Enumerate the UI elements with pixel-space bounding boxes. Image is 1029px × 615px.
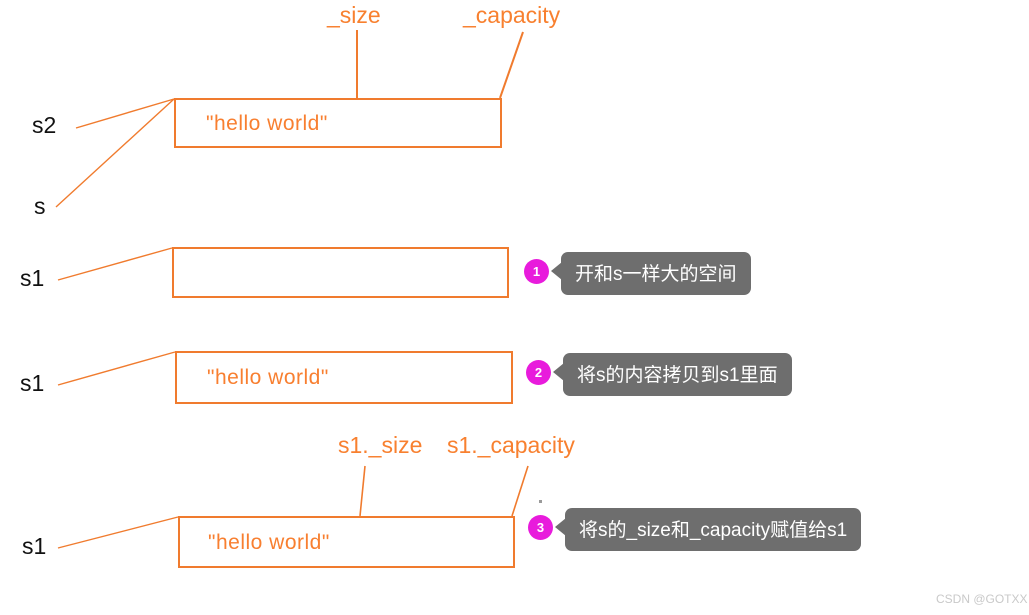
capacity-leader-line xyxy=(499,31,524,99)
s-leader-line xyxy=(55,98,175,208)
watermark: CSDN @GOTXX xyxy=(936,592,1028,606)
step-callout-2: 将s的内容拷贝到s1里面 xyxy=(563,353,792,396)
s1-capacity-field-label: s1._capacity xyxy=(447,432,575,458)
s1-leader-line-3 xyxy=(57,516,179,549)
s1-leader-line-2 xyxy=(57,351,176,386)
stray-dot-marker xyxy=(539,500,542,503)
step-badge-2: 2 xyxy=(526,360,551,385)
size-field-label: _size xyxy=(327,2,381,28)
step-callout-3: 将s的_size和_capacity赋值给s1 xyxy=(565,508,862,551)
diagram-canvas: _size _capacity s2 s "hello world" s1 1 … xyxy=(0,0,1029,615)
string-buffer-text-shared: "hello world" xyxy=(206,112,328,135)
pointer-label-s2: s2 xyxy=(32,112,57,138)
pointer-label-s1-step1: s1 xyxy=(20,265,45,291)
pointer-label-s: s xyxy=(34,193,46,219)
step-badge-3: 3 xyxy=(528,515,553,540)
pointer-label-s1-step2: s1 xyxy=(20,370,45,396)
step-badge-1: 1 xyxy=(524,259,549,284)
pointer-label-s1-step3: s1 xyxy=(22,533,47,559)
s1-size-leader-line xyxy=(359,465,366,517)
string-buffer-text-final: "hello world" xyxy=(208,531,330,554)
step-callout-1: 开和s一样大的空间 xyxy=(561,252,751,295)
s1-capacity-leader-line xyxy=(511,465,529,517)
string-buffer-text-copied: "hello world" xyxy=(207,366,329,389)
s1-size-field-label: s1._size xyxy=(338,432,423,458)
s1-leader-line-1 xyxy=(57,247,173,281)
s2-leader-line xyxy=(75,98,175,129)
capacity-field-label: _capacity xyxy=(463,2,561,28)
string-buffer-box-empty xyxy=(172,247,509,298)
